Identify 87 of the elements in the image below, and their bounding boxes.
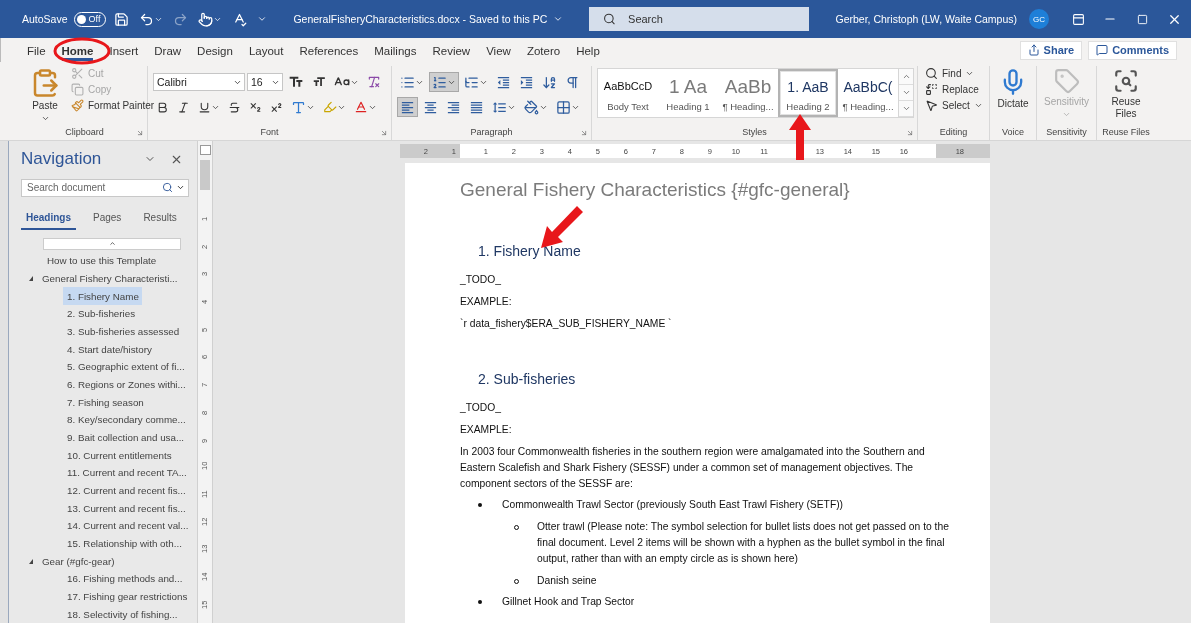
- style-preview: AaBb: [724, 76, 772, 98]
- style-name: Body Text: [607, 101, 649, 112]
- paste-button[interactable]: Paste: [27, 66, 63, 126]
- ribbon-tab[interactable]: Zotero: [518, 39, 569, 61]
- style-item[interactable]: 1. AaB Heading 2: [778, 69, 838, 117]
- ribbon-tab[interactable]: View: [478, 39, 519, 61]
- font-name-field[interactable]: Calibri: [153, 73, 245, 91]
- heading-item[interactable]: Gear (#gfc-gear): [29, 552, 118, 570]
- group-label: Clipboard: [64, 126, 105, 139]
- heading-item[interactable]: How to use this Template: [43, 251, 160, 270]
- ribbon-tab[interactable]: Review: [424, 39, 479, 61]
- style-preview: 1. AaB: [787, 79, 829, 95]
- style-preview: AaBbCcD: [603, 80, 653, 92]
- heading-item[interactable]: 16. Fishing methods and...: [63, 569, 186, 588]
- list-item: Otter trawl (Please note: The symbol selection for bullet lists does not get passed on to the final document. Level 2 items will be shown with a hyphen as the bullet symbol in the final output, rather than with an empty circle as is shown here): [537, 520, 950, 566]
- paragraph: EXAMPLE:: [460, 423, 513, 438]
- heading: 1. Fishery Name: [478, 243, 582, 259]
- style-name: ¶ Heading...: [722, 101, 774, 112]
- document-name[interactable]: GeneralFisheryCharacteristics.docx - Saved to this PC: [287, 12, 570, 26]
- heading-item[interactable]: 14. Current and recent val...: [63, 516, 192, 535]
- paragraph: `r data_fishery$ERA_SUB_FISHERY_NAME `: [460, 316, 673, 331]
- paragraph: EXAMPLE:: [460, 294, 513, 309]
- style-name: ¶ Heading...: [842, 101, 894, 112]
- reuse-files-button[interactable]: Reuse Files: [1104, 66, 1148, 126]
- heading-item[interactable]: 4. Start date/history: [63, 340, 155, 358]
- ribbon-tab[interactable]: Home: [53, 39, 102, 61]
- ribbon-tab[interactable]: Mailings: [366, 39, 425, 61]
- paragraph: In 2003 four Commonwealth fisheries in the southern region were amalgamated into the Southern and Eastern Scalefish and Shark Fishery (SESSF) under a common set of management objectives. The component sectors of the SESSF are:: [460, 445, 926, 491]
- ribbon-tab[interactable]: File: [19, 39, 54, 61]
- heading-item[interactable]: 13. Current and recent fis...: [63, 499, 189, 517]
- dictate-button[interactable]: Dictate: [994, 66, 1032, 126]
- heading-item[interactable]: 18. Selectivity of fishing...: [63, 605, 181, 623]
- select-button[interactable]: Select: [923, 98, 985, 113]
- replace-button[interactable]: Replace: [923, 82, 985, 97]
- style-name: Heading 2: [786, 101, 830, 112]
- ribbon-tab[interactable]: Help: [568, 39, 608, 61]
- heading-item[interactable]: 9. Bait collection and usa...: [63, 428, 188, 447]
- comments-button[interactable]: Comments: [1088, 40, 1177, 60]
- user-name: Gerber, Christoph (LW, Waite Campus): [835, 13, 1017, 25]
- heading-item[interactable]: 12. Current and recent fis...: [63, 481, 189, 500]
- list-item: Danish seine: [537, 573, 597, 588]
- heading-item[interactable]: 1. Fishery Name: [63, 287, 142, 305]
- group-label: Font: [259, 126, 280, 139]
- pane-tab[interactable]: Pages: [88, 208, 127, 230]
- heading: 2. Sub-fisheries: [478, 371, 577, 388]
- font-size-field[interactable]: 16: [247, 73, 283, 91]
- paragraph: _TODO_: [460, 401, 502, 416]
- heading-item[interactable]: 11. Current and recent TA...: [63, 463, 190, 482]
- share-button[interactable]: Share: [1019, 40, 1083, 60]
- heading-item[interactable]: 5. Geographic extent of fi...: [63, 357, 188, 376]
- group-label: Styles: [741, 126, 768, 139]
- avatar[interactable]: GC: [1029, 9, 1049, 29]
- list-item: Gillnet Hook and Trap Sector: [502, 595, 635, 610]
- group-label: Reuse Files: [1102, 126, 1150, 139]
- heading-item[interactable]: 10. Current entitlements: [63, 446, 175, 464]
- heading-item[interactable]: 7. Fishing season: [63, 393, 147, 411]
- ribbon-tab[interactable]: Insert: [101, 39, 147, 61]
- heading-item[interactable]: General Fishery Characteristi...: [29, 269, 181, 288]
- ribbon-tab[interactable]: Layout: [240, 39, 292, 61]
- heading-item[interactable]: 15. Relationship with oth...: [63, 534, 185, 553]
- pane-title: Navigation: [21, 149, 102, 169]
- autosave-label: AutoSave: [22, 13, 68, 25]
- paragraph: _TODO_: [460, 273, 502, 287]
- heading-item[interactable]: 3. Sub-fisheries assessed: [63, 322, 183, 341]
- style-preview: AaBbC(: [843, 79, 893, 95]
- search-field[interactable]: Search: [626, 12, 810, 26]
- group-label: Sensitivity: [1045, 126, 1088, 139]
- heading-item[interactable]: 17. Fishing gear restrictions: [63, 587, 191, 606]
- style-name: Heading 1: [666, 101, 710, 112]
- find-button[interactable]: Find: [923, 66, 985, 81]
- ribbon-tab[interactable]: References: [291, 39, 367, 61]
- painter-button[interactable]: Format Painter: [69, 98, 157, 113]
- search-bar[interactable]: Search document: [21, 179, 189, 197]
- pane-tab[interactable]: Headings: [21, 208, 76, 230]
- ribbon-tab[interactable]: Draw: [146, 39, 190, 61]
- ribbon-tab[interactable]: Design: [189, 39, 241, 61]
- group-label: Voice: [1001, 126, 1025, 139]
- style-preview: 1 Aa: [668, 76, 707, 98]
- pane-tab[interactable]: Results: [138, 208, 182, 230]
- document-title: General Fishery Characteristics {#gfc-general}: [460, 179, 851, 201]
- heading-item[interactable]: 2. Sub-fisheries: [63, 304, 139, 323]
- group-label: Editing: [938, 126, 969, 139]
- group-label: Paragraph: [469, 126, 514, 139]
- search-bar[interactable]: Search: [589, 7, 810, 31]
- heading-item[interactable]: 6. Regions or Zones withi...: [63, 375, 189, 394]
- list-item: Commonwealth Trawl Sector (previously South East Trawl Fishery (SETF)): [502, 498, 844, 513]
- heading-item[interactable]: 8. Key/secondary comme...: [63, 410, 189, 429]
